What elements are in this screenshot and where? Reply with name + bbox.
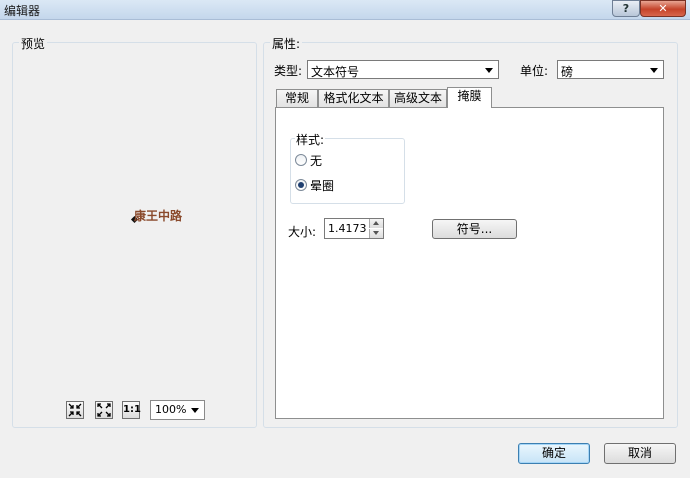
title-bar: 编辑器 ? ✕ — [0, 0, 690, 20]
preview-text: 康王中路 — [134, 209, 183, 223]
help-button[interactable]: ? — [612, 0, 640, 17]
type-label: 类型: — [274, 64, 303, 78]
type-select[interactable]: 文本符号 — [307, 60, 499, 79]
spin-down-icon[interactable] — [369, 229, 383, 238]
style-halo-radio[interactable] — [295, 179, 307, 191]
type-value: 文本符号 — [311, 65, 360, 79]
style-label: 样式: — [295, 131, 326, 148]
close-icon: ✕ — [658, 2, 668, 15]
unit-select[interactable]: 磅 — [557, 60, 664, 79]
style-halo-label: 晕圈 — [310, 179, 335, 193]
size-stepper[interactable]: 1.4173 — [324, 218, 384, 239]
tab-mask[interactable]: 掩膜 — [447, 87, 492, 108]
actual-size-button[interactable]: 1:1 — [122, 401, 141, 419]
zoom-fit-button[interactable] — [66, 401, 84, 419]
tab-formatted-text[interactable]: 格式化文本 — [318, 89, 389, 107]
preview-group — [12, 42, 257, 428]
chevron-down-icon — [650, 68, 658, 73]
ok-button[interactable]: 确定 — [518, 443, 590, 464]
tab-advanced-text[interactable]: 高级文本 — [389, 89, 447, 107]
style-none-radio[interactable] — [295, 154, 307, 166]
chevron-down-icon — [191, 408, 199, 413]
symbol-button[interactable]: 符号... — [432, 219, 517, 239]
cancel-button[interactable]: 取消 — [604, 443, 676, 464]
tab-general[interactable]: 常规 — [276, 89, 318, 107]
close-button[interactable]: ✕ — [640, 0, 686, 17]
actual-size-icon: 1:1 — [123, 404, 141, 415]
help-icon: ? — [622, 2, 630, 15]
size-label: 大小: — [288, 225, 317, 239]
window-title: 编辑器 — [4, 4, 41, 18]
zoom-value: 100% — [155, 403, 187, 416]
size-value: 1.4173 — [328, 222, 367, 235]
unit-label: 单位: — [520, 64, 549, 78]
unit-value: 磅 — [561, 65, 574, 79]
style-none-label: 无 — [310, 154, 323, 168]
preview-label: 预览 — [19, 35, 48, 52]
spin-up-icon[interactable] — [369, 219, 383, 228]
zoom-expand-button[interactable] — [95, 401, 113, 419]
properties-label: 属性: — [270, 35, 303, 52]
chevron-down-icon — [485, 68, 493, 73]
fit-icon — [68, 403, 82, 417]
zoom-select[interactable]: 100% — [150, 400, 205, 420]
expand-icon — [97, 403, 111, 417]
